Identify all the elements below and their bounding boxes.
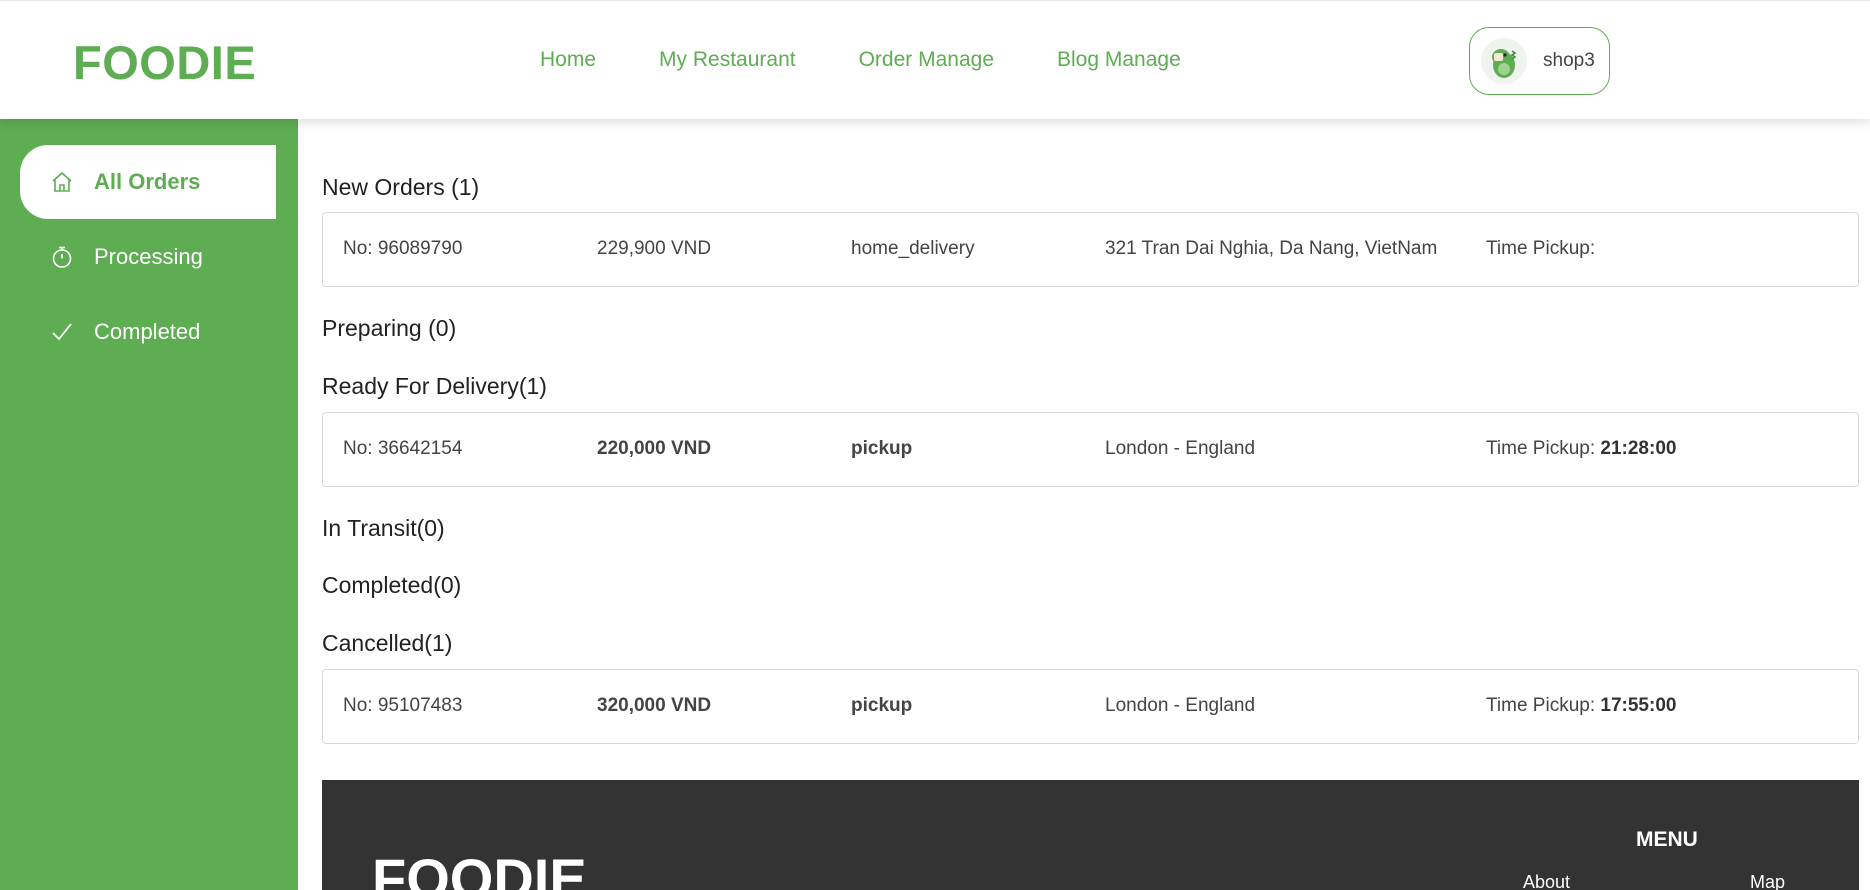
user-name: shop3 xyxy=(1543,50,1595,71)
avatar xyxy=(1481,38,1527,84)
order-type: home_delivery xyxy=(851,238,975,259)
footer-link-about[interactable]: About xyxy=(1523,872,1570,890)
order-number: No: 36642154 xyxy=(343,438,463,459)
order-type: pickup xyxy=(851,695,913,716)
order-price: 320,000 VND xyxy=(597,695,712,716)
sidebar-item-processing[interactable]: Processing xyxy=(20,220,276,294)
sidebar-item-label: All Orders xyxy=(94,169,201,194)
order-address: London - England xyxy=(1105,695,1256,716)
section-title-new-orders: New Orders (1) xyxy=(322,174,480,200)
order-time: Time Pickup: 17:55:00 xyxy=(1486,695,1676,717)
section-title-preparing: Preparing (0) xyxy=(322,315,457,341)
site-footer: FOODIE MENU About Map xyxy=(322,780,1859,890)
time-pickup-label: Time Pickup: xyxy=(1486,438,1596,459)
section-title-cancelled: Cancelled(1) xyxy=(322,630,453,656)
time-pickup-label: Time Pickup: xyxy=(1486,695,1596,716)
order-row[interactable]: No: 95107483 320,000 VND pickup London -… xyxy=(322,669,1859,744)
section-title-ready-for-delivery: Ready For Delivery(1) xyxy=(322,373,547,399)
order-price: 220,000 VND xyxy=(597,438,712,459)
order-address: 321 Tran Dai Nghia, Da Nang, VietNam xyxy=(1105,238,1438,259)
footer-link-map[interactable]: Map xyxy=(1750,872,1785,890)
check-icon xyxy=(48,318,76,346)
nav-my-restaurant[interactable]: My Restaurant xyxy=(659,48,796,72)
order-row[interactable]: No: 36642154 220,000 VND pickup London -… xyxy=(322,412,1859,487)
order-number: No: 95107483 xyxy=(343,695,463,716)
order-address: London - England xyxy=(1105,438,1256,459)
main-nav: Home My Restaurant Order Manage Blog Man… xyxy=(540,48,1244,72)
nav-blog-manage[interactable]: Blog Manage xyxy=(1057,48,1181,72)
sidebar: All Orders Processing Completed xyxy=(0,119,298,890)
sidebar-item-all-orders[interactable]: All Orders xyxy=(20,145,276,219)
user-menu-button[interactable]: shop3 xyxy=(1469,27,1610,95)
order-row[interactable]: No: 96089790 229,900 VND home_delivery 3… xyxy=(322,212,1859,287)
time-pickup-value: 21:28:00 xyxy=(1600,438,1677,459)
order-price: 229,900 VND xyxy=(597,238,712,259)
footer-menu-title: MENU xyxy=(1636,828,1698,851)
sidebar-item-label: Processing xyxy=(94,244,203,269)
sidebar-item-completed[interactable]: Completed xyxy=(20,295,276,369)
nav-order-manage[interactable]: Order Manage xyxy=(859,48,994,72)
time-pickup-value: 17:55:00 xyxy=(1600,695,1677,716)
order-number: No: 96089790 xyxy=(343,238,463,259)
top-header: FOODIE Home My Restaurant Order Manage B… xyxy=(0,0,1870,119)
section-title-completed: Completed(0) xyxy=(322,572,462,598)
nav-home[interactable]: Home xyxy=(540,48,596,72)
time-pickup-label: Time Pickup: xyxy=(1486,238,1596,259)
order-type: pickup xyxy=(851,438,913,459)
footer-logo: FOODIE xyxy=(372,847,587,890)
timer-icon xyxy=(48,243,76,271)
order-time: Time Pickup: 21:28:00 xyxy=(1486,438,1676,460)
section-title-in-transit: In Transit(0) xyxy=(322,515,445,541)
home-icon xyxy=(48,168,76,196)
sidebar-item-label: Completed xyxy=(94,319,201,344)
dinosaur-avatar-icon xyxy=(1492,49,1517,78)
brand-logo[interactable]: FOODIE xyxy=(73,35,256,90)
order-time: Time Pickup: xyxy=(1486,238,1595,260)
